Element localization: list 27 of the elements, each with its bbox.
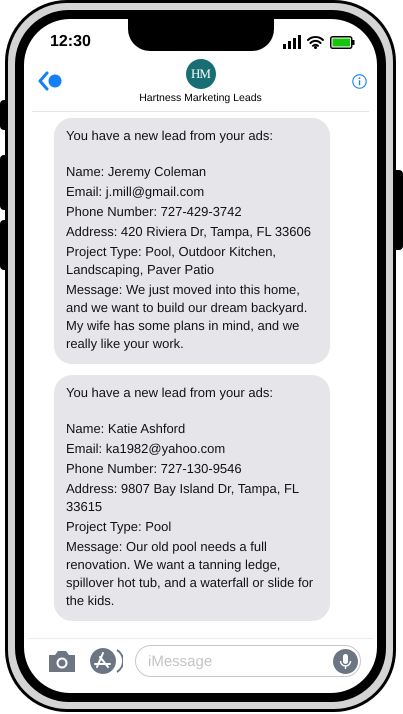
status-time: 12:30 [50, 32, 91, 52]
signal-icon [283, 35, 301, 49]
app-store-icon[interactable] [89, 647, 123, 675]
battery-icon [330, 36, 355, 48]
message-input[interactable]: iMessage [135, 645, 361, 677]
message-text: Address: 9807 Bay Island Dr, Tampa, FL 33615 [66, 480, 300, 516]
message-text: Phone Number: 727-429-3742 [66, 202, 243, 221]
contact-name: Hartness Marketing Leads [139, 91, 262, 106]
message-text: Project Type: Pool [66, 518, 172, 536]
message-text: Address: 420 Riviera Dr, Tampa, FL 33606 [66, 222, 312, 241]
message-text: Phone Number: 727-130-9546 [66, 460, 243, 478]
message-text: Message: Our old pool needs a full renovation. We want a tanning ledge, spillover hot tub, and a waterfall or slide for the kids. [66, 538, 314, 610]
message-text: Name: Jeremy Coleman [66, 162, 208, 181]
wifi-icon [307, 35, 324, 49]
message-text: Message: We just moved into this home, and we want to build our dream backyard. My wife has some plans in mind, and we really like your work. [66, 280, 308, 353]
message-text: Email: ka1982@yahoo.com [66, 440, 226, 458]
message-text: Name: Katie Ashford [66, 420, 186, 438]
message-text: Project Type: Pool, Outdoor Kitchen, Landscaping, Paver Patio [66, 242, 278, 279]
microphone-icon[interactable] [333, 648, 358, 674]
message-text: Email: j.mill@gmail.com [66, 182, 206, 201]
info-icon[interactable] [352, 74, 367, 89]
back-button[interactable] [38, 71, 62, 91]
message-text: You have a new lead from your ads: [66, 384, 274, 402]
camera-icon[interactable] [47, 649, 77, 673]
logo-text: HM [191, 65, 210, 84]
message-text: You have a new lead from your ads: [66, 126, 274, 145]
back-icon [38, 71, 62, 91]
